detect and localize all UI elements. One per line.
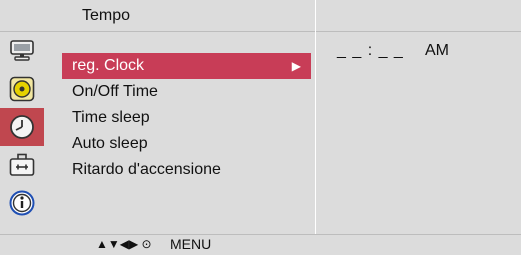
page-title: Tempo	[82, 7, 131, 24]
clock-icon	[10, 115, 34, 139]
submenu-arrow-icon: ▶	[291, 59, 301, 73]
osd-footer: ▲▼◀▶ ⊙ MENU	[0, 234, 521, 255]
clock-time-value: _ _ : _ _	[337, 42, 404, 59]
time-menu-list: reg. Clock ▶ On/Off Time Time sleep Auto…	[62, 53, 311, 183]
category-information-button[interactable]	[0, 184, 44, 222]
menu-item-reg-clock[interactable]: reg. Clock ▶	[62, 53, 311, 79]
menu-item-label: Time sleep	[72, 109, 150, 126]
menu-item-time-sleep[interactable]: Time sleep	[62, 105, 311, 131]
osd-menu: Tempo reg. Clock ▶ On/Off Time Time slee…	[0, 0, 521, 255]
clock-ampm-value: AM	[425, 42, 449, 59]
category-option-button[interactable]	[0, 146, 44, 184]
toolbox-icon	[9, 153, 35, 176]
menu-item-label: On/Off Time	[72, 83, 158, 100]
category-audio-button[interactable]	[0, 70, 44, 108]
navigation-keys-hint: ▲▼◀▶ ⊙	[96, 237, 152, 251]
menu-item-auto-sleep[interactable]: Auto sleep	[62, 131, 311, 157]
menu-item-on-off-time[interactable]: On/Off Time	[62, 79, 311, 105]
menu-key-hint: MENU	[170, 236, 212, 252]
category-picture-button[interactable]	[0, 32, 44, 70]
menu-item-label: reg. Clock	[72, 57, 145, 74]
monitor-icon	[10, 40, 34, 61]
panel-divider	[315, 0, 316, 254]
menu-item-label: Auto sleep	[72, 135, 148, 152]
osd-header: Tempo	[0, 0, 521, 32]
category-icon-column	[0, 32, 44, 232]
menu-item-label: Ritardo d'accensione	[72, 161, 221, 178]
menu-item-power-on-delay[interactable]: Ritardo d'accensione	[62, 157, 311, 183]
audio-speaker-icon	[9, 76, 35, 102]
clock-setting-panel: _ _ : _ _ AM	[318, 32, 521, 232]
info-icon	[9, 190, 35, 216]
category-time-button[interactable]	[0, 108, 44, 146]
